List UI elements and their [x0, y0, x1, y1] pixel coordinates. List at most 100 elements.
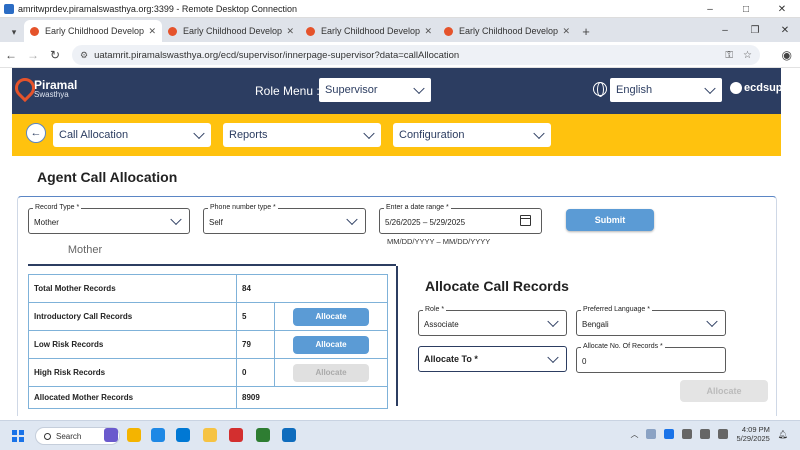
reports-label: Reports — [229, 129, 268, 141]
windows-taskbar: Search ︿ 4:09 PM 5/29/2025 🔔︎ — [0, 420, 800, 450]
tab-mother[interactable]: Mother — [30, 244, 140, 256]
battery-icon[interactable] — [718, 429, 729, 440]
chevron-down-icon — [413, 82, 425, 95]
reports-menu[interactable]: Reports — [223, 123, 381, 147]
speaker-icon[interactable] — [700, 429, 711, 440]
rdp-minimize-button[interactable]: – — [692, 0, 728, 18]
favicon-icon — [306, 26, 315, 36]
taskbar-app-icon[interactable] — [229, 428, 243, 442]
submit-button[interactable]: Submit — [566, 209, 654, 231]
allocate-intro-button[interactable]: Allocate — [293, 307, 369, 326]
microphone-icon[interactable] — [664, 429, 675, 440]
configuration-label: Configuration — [399, 129, 465, 141]
high-risk-records-value: 0 — [236, 358, 275, 387]
taskbar-app-icon[interactable] — [176, 428, 190, 442]
intro-call-records-value: 5 — [236, 302, 275, 331]
taskbar-app-icon[interactable] — [127, 428, 141, 442]
password-key-icon[interactable]: ⚿ — [725, 50, 733, 61]
allocate-low-risk-button[interactable]: Allocate — [293, 335, 369, 354]
taskbar-app-icon[interactable] — [151, 428, 165, 442]
forward-arrow-icon[interactable]: → — [22, 48, 44, 62]
site-info-icon[interactable]: ⚙ — [80, 50, 88, 61]
table-row: Introductory Call Records 5 Allocate — [28, 302, 388, 331]
rdp-title-bar: amritwprdev.piramalswasthya.org:3399 - R… — [0, 0, 800, 18]
language-value: English — [616, 84, 653, 96]
browser-tab-1[interactable]: Early Childhood Development ✕ — [24, 20, 162, 42]
tab-label: Early Childhood Development — [321, 26, 421, 36]
phone-type-select[interactable]: Phone number type * Self — [203, 204, 366, 234]
wifi-icon[interactable] — [682, 429, 693, 440]
browser-tab-4[interactable]: Early Childhood Development ✕ — [438, 20, 576, 42]
call-allocation-menu[interactable]: Call Allocation — [53, 123, 211, 147]
bookmark-star-icon[interactable]: ☆ — [743, 50, 752, 61]
browser-minimize-icon[interactable]: – — [710, 18, 740, 42]
piramal-logo-mark-icon — [12, 76, 32, 102]
allocate-role-select[interactable]: Role * Associate — [418, 306, 567, 336]
chevron-down-icon — [346, 213, 358, 226]
allocated-records-value: 8909 — [236, 386, 388, 409]
user-name: ecdsupe — [744, 82, 789, 94]
role-menu-label: Role Menu : — [255, 84, 320, 98]
taskbar-app-icon[interactable] — [282, 428, 296, 442]
tab-close-icon[interactable]: ✕ — [286, 26, 294, 37]
preferred-language-select[interactable]: Preferred Language * Bengali — [576, 306, 726, 336]
allocate-section-title: Allocate Call Records — [425, 278, 569, 294]
url-input[interactable]: ⚙ uatamrit.piramalswasthya.org/ecd/super… — [72, 45, 760, 65]
globe-icon — [593, 82, 607, 97]
language-select[interactable]: English — [610, 78, 722, 102]
clock-date: 5/29/2025 — [736, 434, 770, 444]
allocate-count-value: 0 — [582, 357, 587, 366]
back-button[interactable]: ← — [26, 123, 46, 143]
allocate-to-select[interactable]: Allocate To * — [418, 346, 567, 372]
phone-type-label: Phone number type * — [208, 204, 278, 211]
calendar-icon[interactable] — [520, 215, 531, 226]
allocate-count-input[interactable]: Allocate No. Of Records * 0 — [576, 343, 726, 373]
reload-icon[interactable]: ↻ — [44, 48, 66, 62]
windows-start-icon[interactable] — [12, 430, 24, 442]
tray-overflow-icon[interactable]: ︿ — [630, 429, 638, 440]
date-range-value: 5/26/2025 – 5/29/2025 — [385, 218, 466, 227]
user-menu[interactable]: ecdsupe — [730, 82, 789, 94]
taskbar-app-icon[interactable] — [256, 428, 270, 442]
allocate-role-value: Associate — [424, 320, 459, 329]
tab-label: Early Childhood Development — [183, 26, 283, 36]
tab-search-icon[interactable]: ▾ — [4, 22, 24, 42]
allocate-high-risk-button[interactable]: Allocate — [293, 363, 369, 382]
browser-close-icon[interactable]: ✕ — [770, 18, 800, 42]
total-records-value: 84 — [236, 274, 388, 303]
configuration-menu[interactable]: Configuration — [393, 123, 551, 147]
date-format-hint: MM/DD/YYYY – MM/DD/YYYY — [387, 237, 491, 246]
user-account-icon — [730, 82, 742, 94]
role-menu-select[interactable]: Supervisor — [319, 78, 431, 102]
back-arrow-icon[interactable]: ← — [0, 48, 22, 62]
record-type-select[interactable]: Record Type * Mother — [28, 204, 190, 234]
chevron-down-icon — [193, 127, 205, 140]
low-risk-records-value: 79 — [236, 330, 275, 359]
high-risk-records-label: High Risk Records — [28, 358, 237, 387]
cloud-icon[interactable] — [646, 429, 657, 440]
notification-bell-icon[interactable]: 🔔︎ — [778, 430, 788, 439]
date-range-label: Enter a date range * — [384, 204, 451, 211]
taskbar-app-icon[interactable] — [104, 428, 118, 442]
chevron-down-icon — [704, 82, 716, 95]
chevron-down-icon — [706, 315, 718, 328]
record-type-value: Mother — [34, 218, 59, 227]
allocate-records-button[interactable]: Allocate — [680, 380, 768, 402]
tab-close-icon[interactable]: ✕ — [148, 26, 156, 37]
tab-close-icon[interactable]: ✕ — [424, 26, 432, 37]
browser-restore-icon[interactable]: ❐ — [740, 18, 770, 42]
new-tab-button[interactable]: + — [576, 20, 596, 42]
taskbar-app-icon[interactable] — [203, 428, 217, 442]
rdp-maximize-button[interactable]: □ — [728, 0, 764, 18]
table-row: High Risk Records 0 Allocate — [28, 358, 388, 387]
date-range-field[interactable]: Enter a date range * 5/26/2025 – 5/29/20… — [379, 204, 542, 234]
profile-icon[interactable]: ◉ — [782, 48, 792, 62]
taskbar-clock[interactable]: 4:09 PM 5/29/2025 — [736, 425, 769, 444]
tab-close-icon[interactable]: ✕ — [562, 26, 570, 37]
rdp-close-button[interactable]: ✕ — [764, 0, 800, 18]
browser-tab-3[interactable]: Early Childhood Development ✕ — [300, 20, 438, 42]
taskbar-search-label: Search — [56, 431, 82, 441]
call-allocation-label: Call Allocation — [59, 129, 129, 141]
search-icon — [44, 432, 51, 440]
browser-tab-2[interactable]: Early Childhood Development ✕ — [162, 20, 300, 42]
